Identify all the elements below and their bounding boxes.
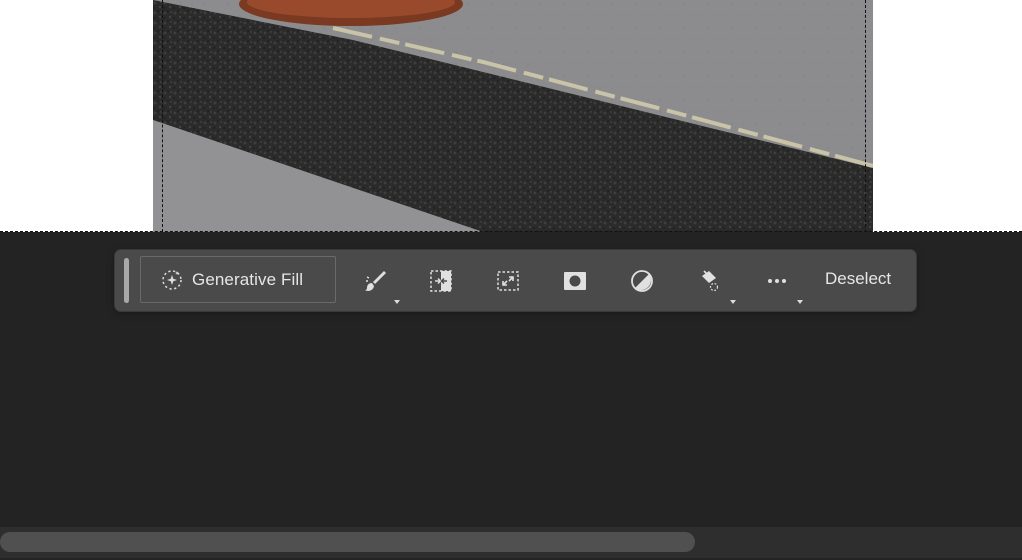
transform-selection-icon [495,268,521,294]
document-canvas[interactable] [0,0,1022,232]
mask-icon [562,268,588,294]
invert-selection-icon [428,268,454,294]
invert-selection-button[interactable] [424,264,458,298]
modify-selection-button[interactable] [358,264,400,304]
generative-fill-icon [160,268,184,292]
photo-layer[interactable] [153,0,873,232]
more-options-button[interactable] [760,264,803,304]
adjustment-layer-icon [629,268,655,294]
deselect-button[interactable]: Deselect [825,269,891,289]
brush-icon [362,268,388,294]
selection-marquee-right [865,0,866,232]
transform-selection-button[interactable] [491,264,525,298]
fill-selection-button[interactable] [692,264,736,304]
chevron-down-icon[interactable] [730,300,736,304]
more-options-icon [764,268,790,294]
create-mask-button[interactable] [558,264,592,298]
photo-image [153,0,873,232]
contextual-task-bar: Generative Fill Deselect [115,250,916,311]
fill-bucket-icon [696,268,722,294]
taskbar-drag-handle[interactable] [124,258,129,303]
chevron-down-icon[interactable] [394,300,400,304]
adjustment-layer-button[interactable] [625,264,659,298]
chevron-down-icon[interactable] [797,300,803,304]
horizontal-scrollbar-thumb[interactable] [0,532,695,552]
selection-marquee-left [162,0,163,232]
selection-marquee-bottom [0,231,1022,232]
generative-fill-label: Generative Fill [192,269,304,289]
generative-fill-button[interactable]: Generative Fill [140,256,336,303]
